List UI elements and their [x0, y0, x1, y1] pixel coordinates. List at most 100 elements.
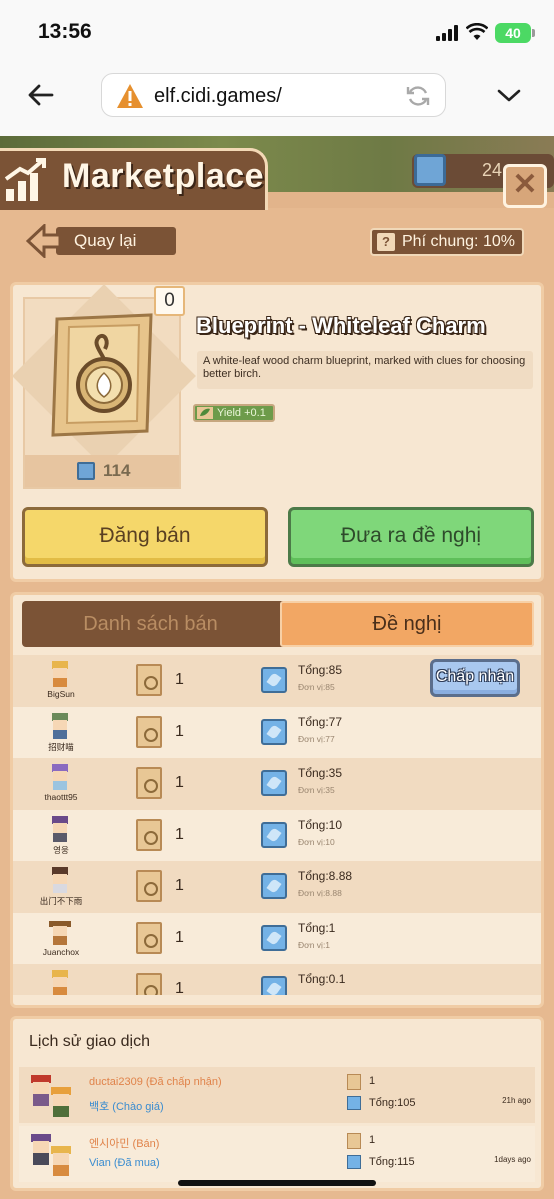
history-seller: ductai2309 (Đã chấp nhận) — [89, 1076, 222, 1088]
offer-unit-price: Đơn vị:8.88 — [298, 888, 342, 898]
avatar — [52, 867, 68, 893]
offer-row: thaottt95 1 Tổng:35 Đơn vị:35 — [13, 758, 541, 810]
question-icon[interactable]: ? — [377, 233, 395, 251]
charm-icon — [347, 1074, 361, 1090]
blueprint-charm-icon — [51, 313, 153, 437]
url-bar[interactable]: elf.cidi.games/ — [101, 73, 446, 117]
battery-icon: 40 — [495, 23, 535, 43]
offer-row: BigSun 1 Tổng:85 Đơn vị:85 Chấp nhận — [13, 655, 541, 707]
history-time: 21h ago — [502, 1096, 531, 1105]
offer-quantity: 1 — [175, 671, 184, 688]
offer-quantity: 1 — [175, 722, 184, 740]
yield-badge: Yield +0.1 — [193, 404, 275, 422]
gem-icon — [261, 718, 287, 745]
offer-unit-price: Đơn vị:85 — [298, 682, 335, 692]
history-quantity: 1 — [369, 1075, 376, 1087]
item-price-value: 114 — [103, 461, 131, 480]
home-indicator — [178, 1180, 376, 1186]
chevron-down-icon[interactable] — [496, 84, 522, 106]
charm-icon — [136, 715, 162, 748]
offer-row: 招财喵 1 Tổng:77 Đơn vị:77 — [13, 706, 541, 758]
reload-icon[interactable] — [405, 83, 431, 109]
offer-unit-price: Đơn vị:1 — [298, 939, 331, 950]
sell-button[interactable]: Đăng bán — [22, 507, 268, 567]
history-buyer: Vian (Đã mua) — [89, 1157, 160, 1169]
gem-icon — [77, 462, 95, 480]
charm-icon — [136, 767, 162, 799]
charm-icon — [136, 818, 162, 851]
offer-total: Tổng:10 — [298, 817, 343, 832]
tab-offers[interactable]: Đề nghị — [280, 601, 534, 647]
charm-icon — [136, 870, 162, 902]
fee-label: Phí chung: 10% — [402, 233, 515, 250]
item-quantity-badge: 0 — [154, 286, 185, 316]
history-buyer: 백호 (Chào giá) — [89, 1101, 164, 1113]
title-plaque: Marketplace — [0, 148, 268, 210]
trade-history-panel: Lịch sử giao dịch ductai2309 (Đã chấp nh… — [10, 1016, 544, 1191]
yield-label: Yield +0.1 — [217, 407, 266, 419]
make-offer-button[interactable]: Đưa ra đề nghị — [288, 507, 534, 567]
offer-row: 1 Tổng:0.1 — [13, 964, 541, 995]
page-title: Marketplace — [62, 157, 265, 195]
status-time: 13:56 — [38, 20, 92, 43]
gem-icon — [347, 1096, 361, 1110]
offer-username: Juanchox — [42, 946, 80, 957]
offer-row: Juanchox 1 Tổng:1 Đơn vị:1 — [13, 912, 541, 964]
offer-unit-price: Đơn vị:77 — [298, 733, 335, 744]
item-description: A white-leaf wood charm blueprint, marke… — [197, 351, 533, 389]
gem-icon — [261, 770, 287, 796]
avatar — [31, 1134, 71, 1176]
avatar — [52, 712, 68, 739]
leaf-icon — [197, 407, 213, 419]
avatar — [52, 764, 68, 790]
avatar — [49, 920, 71, 945]
signal-icon — [436, 25, 460, 41]
history-time: 1days ago — [494, 1155, 531, 1164]
offers-panel: Danh sách bán Đề nghị BigSun 1 Tổng:85 Đ… — [10, 592, 544, 1008]
offer-quantity: 1 — [175, 928, 184, 946]
gem-icon — [261, 873, 287, 899]
left-arrow-icon — [26, 224, 62, 258]
item-title: Blueprint - Whiteleaf Charm — [196, 313, 486, 338]
close-button[interactable]: ✕ — [503, 164, 547, 208]
gem-icon — [261, 667, 287, 693]
offer-username: 出门不下雨 — [39, 896, 83, 906]
game-canvas: Marketplace 24 ✕ Quay lại ? Phí chung: 1… — [0, 136, 554, 1199]
history-row: 엔시아민 (Bán) Vian (Đã mua) 1 Tổng:115 1day… — [19, 1126, 535, 1182]
wifi-icon — [466, 23, 488, 40]
history-title: Lịch sử giao dịch — [29, 1033, 150, 1050]
offer-username: BigSun — [47, 689, 75, 699]
gem-icon — [261, 821, 287, 848]
accept-offer-button[interactable]: Chấp nhận — [430, 659, 520, 697]
offer-username: 招财喵 — [48, 741, 74, 752]
gem-icon — [347, 1155, 361, 1169]
avatar — [52, 661, 68, 687]
gem-icon — [261, 924, 287, 951]
tab-listings[interactable]: Danh sách bán — [22, 601, 279, 647]
gem-balance-value: 24 — [482, 160, 503, 180]
item-card: 114 0 Blueprint - Whiteleaf Charm A whit… — [10, 282, 544, 582]
item-frame: 114 — [12, 284, 196, 489]
item-price: 114 — [25, 455, 179, 487]
offer-total: Tổng:0.1 — [298, 972, 346, 986]
avatar — [31, 1075, 71, 1117]
avatar — [52, 815, 68, 842]
gem-icon — [414, 154, 446, 186]
history-total: Tổng:115 — [369, 1156, 415, 1168]
back-arrow-icon[interactable] — [26, 80, 56, 110]
offer-row: 出门不下雨 1 Tổng:8.88 Đơn vị:8.88 — [13, 861, 541, 913]
history-quantity: 1 — [369, 1134, 376, 1146]
browser-bar: elf.cidi.games/ — [0, 68, 554, 136]
url-text: elf.cidi.games/ — [154, 85, 282, 107]
offer-quantity: 1 — [175, 877, 184, 894]
offers-list[interactable]: BigSun 1 Tổng:85 Đơn vị:85 Chấp nhận 招财喵… — [13, 655, 541, 995]
offer-total: Tổng:77 — [298, 714, 343, 729]
offer-total: Tổng:1 — [298, 920, 336, 935]
charm-icon — [136, 921, 162, 954]
history-row: ductai2309 (Đã chấp nhận) 백호 (Chào giá) … — [19, 1067, 535, 1123]
charm-icon — [136, 973, 162, 995]
fee-badge: ? Phí chung: 10% — [370, 228, 524, 256]
offer-total: Tổng:8.88 — [298, 869, 353, 883]
offer-total: Tổng:85 — [298, 663, 343, 677]
offer-username: thaottt95 — [44, 792, 78, 802]
